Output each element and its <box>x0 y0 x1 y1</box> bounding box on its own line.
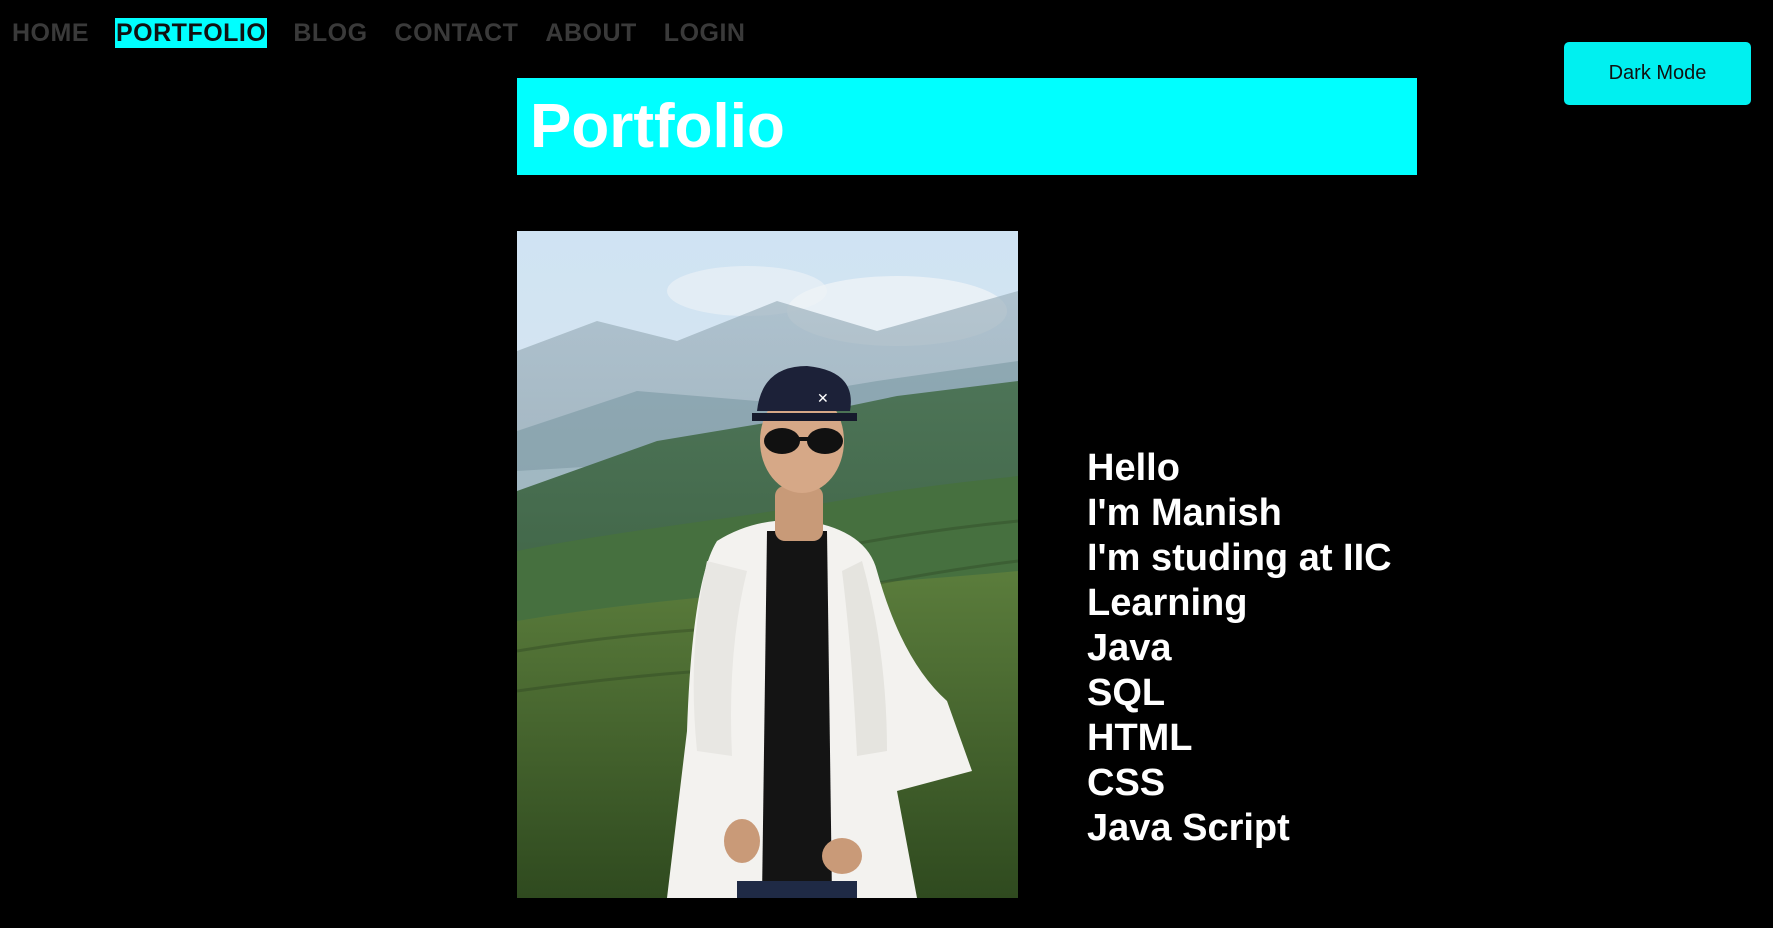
nav-link-home[interactable]: HOME <box>11 18 90 48</box>
nav-link-blog[interactable]: BLOG <box>292 18 368 48</box>
page-title: Portfolio <box>530 92 785 161</box>
dark-mode-button[interactable]: Dark Mode <box>1564 42 1751 105</box>
nav-link-login[interactable]: LOGIN <box>663 18 747 48</box>
bio-line-skill-css: CSS <box>1087 762 1166 804</box>
bio-line-skill-html: HTML <box>1087 717 1193 759</box>
page-title-banner: Portfolio <box>517 78 1417 175</box>
bio-line-name: I'm Manish <box>1087 492 1282 534</box>
svg-text:✕: ✕ <box>817 391 829 407</box>
bio-line-skill-java: Java <box>1087 627 1172 669</box>
bio-line-greeting: Hello <box>1087 447 1180 489</box>
profile-photo: ✕ <box>517 231 1018 898</box>
nav-link-portfolio[interactable]: PORTFOLIO <box>115 18 268 48</box>
top-nav: HOME PORTFOLIO BLOG CONTACT ABOUT LOGIN <box>11 18 771 48</box>
bio-line-skill-javascript: Java Script <box>1087 807 1290 849</box>
nav-link-about[interactable]: ABOUT <box>544 18 637 48</box>
nav-link-contact[interactable]: CONTACT <box>394 18 520 48</box>
bio-text: Hello I'm Manish I'm studing at IIC Lear… <box>1087 446 1392 851</box>
bio-line-skill-sql: SQL <box>1087 672 1166 714</box>
bio-line-learning: Learning <box>1087 582 1248 624</box>
bio-line-school: I'm studing at IIC <box>1087 537 1392 579</box>
page: HOME PORTFOLIO BLOG CONTACT ABOUT LOGIN … <box>0 0 1773 928</box>
